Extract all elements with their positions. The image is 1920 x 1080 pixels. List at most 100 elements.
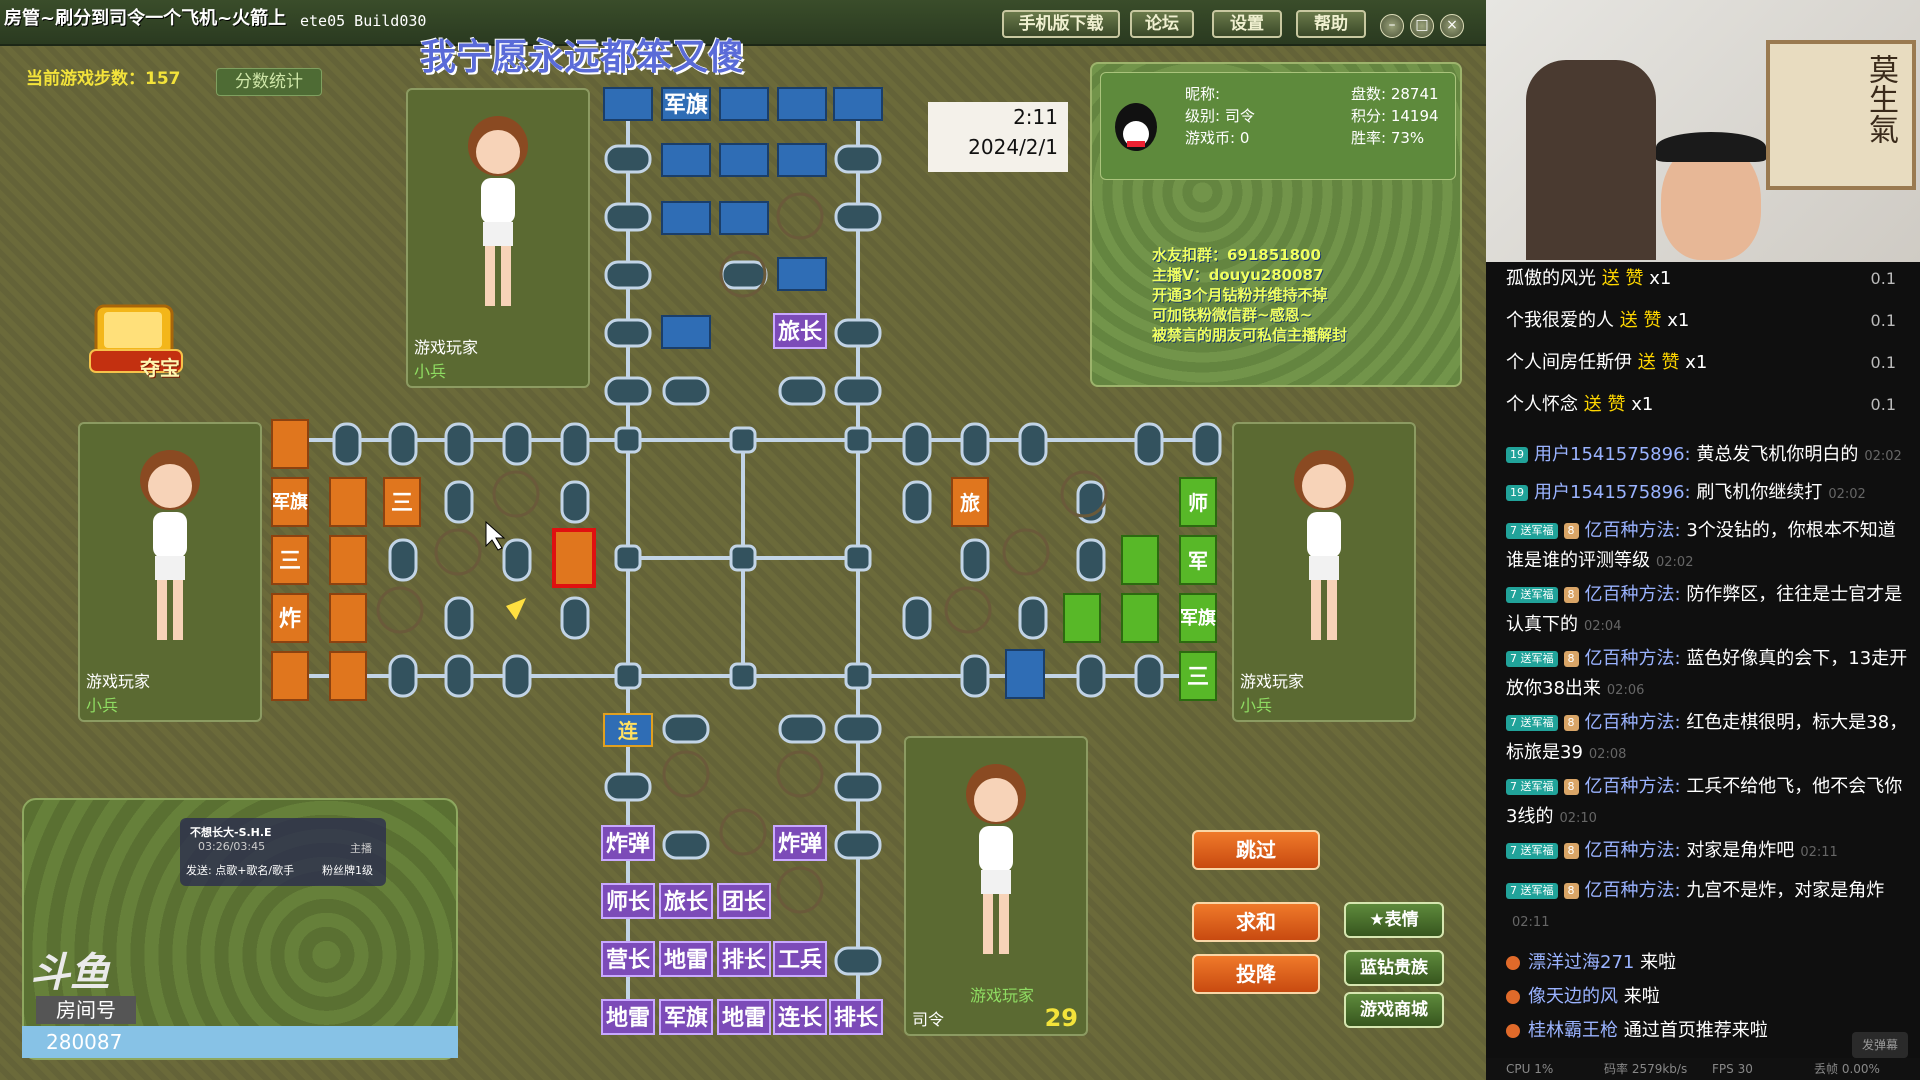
arrival-dot-icon xyxy=(1506,1024,1520,1038)
enemy-piece[interactable] xyxy=(661,315,711,349)
gift-action: 送 赞 xyxy=(1583,394,1626,415)
right-piece-label: 师 xyxy=(1188,491,1208,515)
right-piece-label: 军 xyxy=(1188,549,1208,573)
own-piece-label: 地雷 xyxy=(606,1006,650,1031)
chat-user[interactable]: 亿百种方法: xyxy=(1585,840,1681,861)
own-piece-label: 排长 xyxy=(722,948,767,973)
bitrate-label: 码率 2579kb/s xyxy=(1604,1062,1688,1076)
enemy-piece[interactable] xyxy=(719,201,769,235)
gift-user: 个人怀念 xyxy=(1506,394,1578,415)
chat-message: 7 送军福 8 亿百种方法: 红色走棋很明，标大是38，标旅是39 02:08 xyxy=(1506,708,1908,770)
chat-user[interactable]: 亿百种方法: xyxy=(1585,712,1681,733)
gift-count: x1 xyxy=(1631,394,1654,415)
chat-timestamp: 02:08 xyxy=(1588,747,1627,762)
gift-user: 孤傲的风光 xyxy=(1506,268,1596,289)
chat-message: 7 送军福 8 亿百种方法: 对家是角炸吧 02:11 xyxy=(1506,836,1908,868)
chat-user[interactable]: 亿百种方法: xyxy=(1585,648,1681,669)
gaming-chair xyxy=(1526,60,1656,260)
chat-user[interactable]: 亿百种方法: xyxy=(1585,584,1681,605)
chat-timestamp: 02:02 xyxy=(1864,449,1902,464)
chat-user[interactable]: 用户1541575896: xyxy=(1534,482,1691,503)
emote-button[interactable]: ★表情 xyxy=(1344,902,1444,938)
arrival-user[interactable]: 桂林霸王枪 xyxy=(1528,1020,1618,1041)
arrival-user[interactable]: 像天边的风 xyxy=(1528,986,1618,1007)
arrival-dot-icon xyxy=(1506,956,1520,970)
send-danmaku-button[interactable]: 发弹幕 xyxy=(1852,1032,1908,1058)
arrival-text: 来啦 xyxy=(1623,986,1660,1007)
blue-diamond-noble-button[interactable]: 蓝钻贵族 xyxy=(1344,950,1444,986)
chat-user[interactable]: 亿百种方法: xyxy=(1585,880,1681,901)
chat-panel: 孤傲的风光 送 赞 x1 0.1 个我很爱的人 送 赞 x1 0.1 个人间房任… xyxy=(1486,262,1920,1080)
own-piece-label: 营长 xyxy=(606,948,651,973)
chat-timestamp: 02:06 xyxy=(1606,683,1645,698)
chat-message: 7 送军福 8 亿百种方法: 防作弊区，往往是士官才是认真下的 02:04 xyxy=(1506,580,1908,642)
chat-message: 7 送军福 8 亿百种方法: 蓝色好像真的会下，13走开放你38出来 02:06 xyxy=(1506,644,1908,706)
gift-count: x1 xyxy=(1667,310,1690,331)
enemy-piece[interactable] xyxy=(777,87,827,121)
fan-badge: 8 xyxy=(1563,779,1579,795)
song-host: 主播 xyxy=(350,842,372,855)
own-piece-label: 炸弹 xyxy=(778,831,822,857)
skip-button[interactable]: 跳过 xyxy=(1192,830,1320,870)
enemy-piece[interactable] xyxy=(833,87,883,121)
room-label: 房间号 xyxy=(36,996,136,1024)
gift-line: 个我很爱的人 送 赞 x1 0.1 xyxy=(1506,306,1908,336)
gift-line: 个人怀念 送 赞 x1 0.1 xyxy=(1506,390,1908,420)
fan-badge: 8 xyxy=(1563,651,1579,667)
enemy-piece[interactable] xyxy=(329,535,367,585)
enemy-piece[interactable] xyxy=(329,477,367,527)
arrival-text: 来啦 xyxy=(1640,952,1677,973)
enemy-piece[interactable] xyxy=(271,651,309,701)
own-piece-label: 工兵 xyxy=(778,948,822,973)
chat-message: 7 送军福 8 亿百种方法: 3个没钻的，你根本不知道谁是谁的评测等级 02:02 xyxy=(1506,516,1908,578)
gift-user: 个我很爱的人 xyxy=(1506,310,1614,331)
enemy-piece[interactable] xyxy=(603,87,653,121)
gift-heat: 0.1 xyxy=(1870,395,1896,414)
enemy-piece[interactable] xyxy=(1121,593,1159,643)
user-level-badge: 7 送军福 xyxy=(1506,587,1558,603)
fan-badge: 8 xyxy=(1563,843,1579,859)
own-piece-label: 团长 xyxy=(722,890,767,915)
enemy-piece[interactable] xyxy=(661,201,711,235)
gift-line: 个人间房任斯伊 送 赞 x1 0.1 xyxy=(1506,348,1908,378)
chat-user[interactable]: 亿百种方法: xyxy=(1585,776,1681,797)
chat-message: 19 用户1541575896: 刷飞机你继续打 02:02 xyxy=(1506,478,1908,510)
right-piece-label: 军旗 xyxy=(1180,607,1216,629)
chat-text: 刷飞机你继续打 xyxy=(1696,482,1823,503)
enemy-piece[interactable] xyxy=(777,257,827,291)
enemy-piece[interactable] xyxy=(661,143,711,177)
streamer-hair xyxy=(1656,132,1766,162)
own-piece-label: 连 xyxy=(618,719,639,743)
gift-heat: 0.1 xyxy=(1870,269,1896,288)
game-shop-button[interactable]: 游戏商城 xyxy=(1344,992,1444,1028)
douyu-logo: 斗鱼 xyxy=(30,950,110,996)
music-player[interactable]: 不想长大-S.H.E 03:26/03:45 主播 发送: 点歌+歌名/歌手 粉… xyxy=(180,818,386,886)
emote-button-label: 表情 xyxy=(1384,910,1419,930)
enemy-piece[interactable] xyxy=(329,593,367,643)
chat-user[interactable]: 用户1541575896: xyxy=(1534,444,1691,465)
surrender-button[interactable]: 投降 xyxy=(1192,954,1320,994)
own-piece-label: 师长 xyxy=(606,889,651,915)
user-level-badge: 7 送军福 xyxy=(1506,843,1558,859)
fan-badge: 8 xyxy=(1563,715,1579,731)
chat-user[interactable]: 亿百种方法: xyxy=(1585,520,1681,541)
left-bomb-label: 炸 xyxy=(279,606,301,632)
enemy-piece[interactable] xyxy=(1121,535,1159,585)
user-level-badge: 7 送军福 xyxy=(1506,779,1558,795)
chat-timestamp: 02:11 xyxy=(1512,915,1550,930)
peace-button[interactable]: 求和 xyxy=(1192,902,1320,942)
enemy-piece[interactable] xyxy=(719,143,769,177)
selected-enemy-piece[interactable] xyxy=(552,528,596,588)
enemy-piece[interactable] xyxy=(271,419,309,469)
enemy-piece[interactable] xyxy=(1005,649,1045,699)
chat-message: 19 用户1541575896: 黄总发飞机你明白的 02:02 xyxy=(1506,440,1908,472)
chat-message: 7 送军福 8 亿百种方法: 九宫不是炸，对家是角炸 02:11 xyxy=(1506,876,1908,938)
enemy-piece[interactable] xyxy=(329,651,367,701)
dropped-frames-label: 丢帧 0.00% xyxy=(1814,1062,1880,1076)
right-piece-label: 旅 xyxy=(960,491,980,515)
chat-timestamp: 02:02 xyxy=(1656,555,1694,570)
enemy-piece[interactable] xyxy=(719,87,769,121)
arrival-user[interactable]: 漂洋过海271 xyxy=(1528,952,1634,973)
enemy-piece[interactable] xyxy=(1063,593,1101,643)
enemy-piece[interactable] xyxy=(777,143,827,177)
